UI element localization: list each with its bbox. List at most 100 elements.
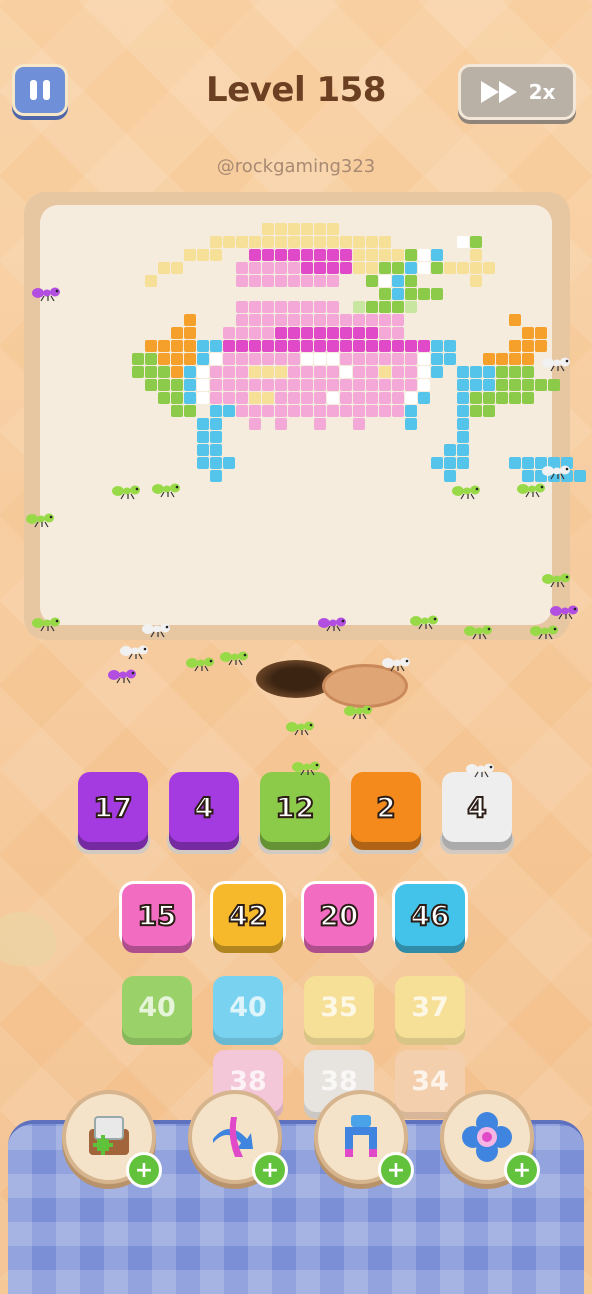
pixel-block — [223, 379, 235, 391]
pixel-block — [288, 353, 300, 365]
pixel-block — [262, 301, 274, 313]
stack-tile[interactable]: 46 — [395, 884, 465, 946]
pixel-block — [340, 249, 352, 261]
pixel-block — [392, 366, 404, 378]
pixel-block — [275, 314, 287, 326]
pixel-block — [236, 353, 248, 365]
pixel-block — [288, 340, 300, 352]
pixel-block — [353, 366, 365, 378]
queue-tile[interactable]: 12 — [260, 772, 330, 842]
pixel-block — [509, 392, 521, 404]
booster-add-slot-plus-icon[interactable]: + — [126, 1152, 162, 1188]
pixel-block — [366, 405, 378, 417]
stack-tile: 40 — [213, 976, 283, 1038]
pixel-block — [249, 327, 261, 339]
stack-tile: 35 — [304, 976, 374, 1038]
pixel-block — [262, 249, 274, 261]
pixel-block — [574, 470, 586, 482]
pixel-block — [145, 366, 157, 378]
pixel-block — [366, 353, 378, 365]
ant-icon — [318, 617, 346, 632]
ant-icon — [530, 625, 558, 640]
pixel-block — [470, 379, 482, 391]
pixel-block — [171, 327, 183, 339]
pixel-block — [457, 262, 469, 274]
ant-icon — [466, 763, 494, 778]
pixel-block — [262, 405, 274, 417]
stack-tile[interactable]: 20 — [304, 884, 374, 946]
pixel-block — [197, 366, 209, 378]
ant-icon — [542, 573, 570, 588]
booster-shuffle-plus-icon[interactable]: + — [252, 1152, 288, 1188]
pixel-block — [314, 366, 326, 378]
pixel-block — [288, 223, 300, 235]
pixel-block — [405, 366, 417, 378]
ant-icon — [464, 625, 492, 640]
pixel-block — [327, 236, 339, 248]
pixel-block — [301, 379, 313, 391]
pixel-block — [340, 314, 352, 326]
pixel-block — [418, 249, 430, 261]
pixel-block — [197, 431, 209, 443]
pixel-block — [132, 366, 144, 378]
pixel-block — [314, 236, 326, 248]
pixel-block — [327, 392, 339, 404]
booster-magnet-plus-icon[interactable]: + — [378, 1152, 414, 1188]
pixel-block — [457, 444, 469, 456]
pixel-block — [249, 405, 261, 417]
pixel-block — [314, 353, 326, 365]
stack-tile[interactable]: 42 — [213, 884, 283, 946]
pixel-block — [366, 275, 378, 287]
pixel-block — [418, 379, 430, 391]
pixel-block — [210, 431, 222, 443]
pixel-block — [457, 431, 469, 443]
pixel-block — [522, 366, 534, 378]
pixel-block — [301, 405, 313, 417]
pixel-block — [210, 405, 222, 417]
pixel-block — [327, 314, 339, 326]
ant-icon — [550, 605, 578, 620]
pixel-block — [392, 379, 404, 391]
pixel-block — [431, 288, 443, 300]
pixel-block — [197, 249, 209, 261]
pixel-block — [145, 353, 157, 365]
pixel-block — [509, 366, 521, 378]
pixel-block — [210, 236, 222, 248]
pixel-block — [301, 353, 313, 365]
pixel-block — [353, 340, 365, 352]
pixel-block — [275, 275, 287, 287]
pixel-block — [327, 340, 339, 352]
pixel-block — [275, 418, 287, 430]
pixel-block — [275, 379, 287, 391]
pixel-block — [340, 392, 352, 404]
stack-tile[interactable]: 15 — [122, 884, 192, 946]
queue-tile[interactable]: 4 — [442, 772, 512, 842]
pixel-block — [314, 223, 326, 235]
pixel-block — [535, 327, 547, 339]
queue-tile[interactable]: 17 — [78, 772, 148, 842]
booster-freeze-plus-icon[interactable]: + — [504, 1152, 540, 1188]
pixel-block — [288, 327, 300, 339]
ant-icon — [32, 287, 60, 302]
pixel-block — [483, 405, 495, 417]
pixel-block — [171, 262, 183, 274]
pixel-block — [327, 301, 339, 313]
pixel-block — [405, 405, 417, 417]
queue-tile[interactable]: 2 — [351, 772, 421, 842]
pixel-block — [431, 249, 443, 261]
pixel-block — [197, 418, 209, 430]
pixel-block — [288, 249, 300, 261]
speed-toggle-button[interactable]: 2x — [458, 64, 576, 120]
pixel-block — [392, 392, 404, 404]
ant-icon — [344, 705, 372, 720]
pixel-block — [301, 392, 313, 404]
pixel-block — [314, 275, 326, 287]
pixel-block — [275, 327, 287, 339]
pixel-block — [444, 340, 456, 352]
pixel-block — [327, 275, 339, 287]
queue-tile[interactable]: 4 — [169, 772, 239, 842]
pixel-block — [249, 314, 261, 326]
pixel-block — [379, 314, 391, 326]
pixel-block — [405, 301, 417, 313]
fast-forward-icon — [480, 81, 517, 103]
